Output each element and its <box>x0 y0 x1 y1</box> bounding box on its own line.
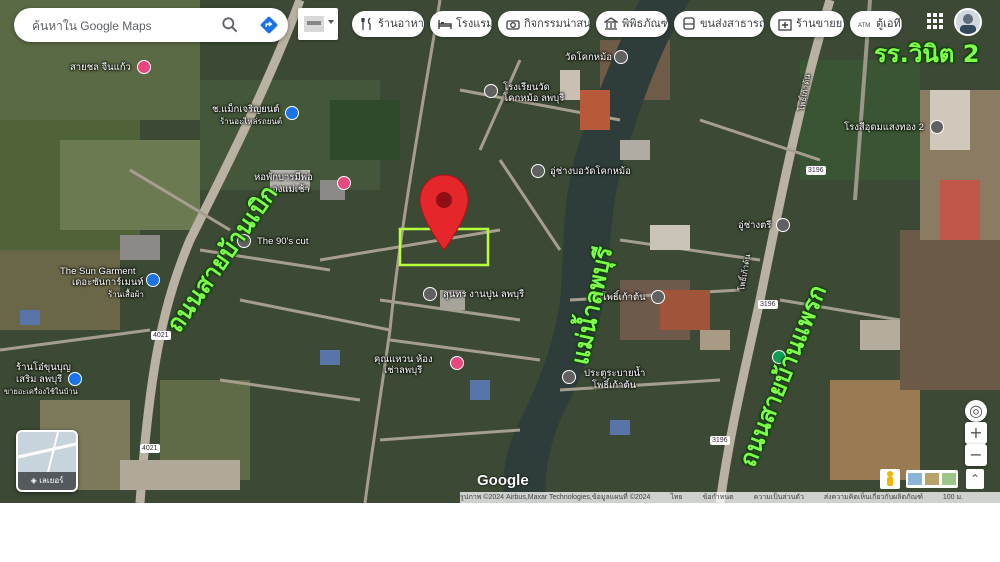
temple-pin-icon[interactable] <box>614 50 628 64</box>
zoom-in-button[interactable]: + <box>965 422 987 444</box>
place-sublabel: โคกหม้อ ลพบุรี <box>503 93 565 104</box>
museum-icon <box>604 17 618 30</box>
map-thumbnail-icon <box>304 16 334 32</box>
language-link[interactable]: ไทย <box>670 494 682 501</box>
avatar-image <box>960 14 976 34</box>
map-preview-thumbnail <box>18 432 76 473</box>
hotel-pin-icon[interactable] <box>337 176 351 190</box>
place-label[interactable]: ช.แม็กเจริญยนต์ <box>212 104 279 115</box>
layers-icon: ◈ <box>30 476 40 485</box>
place-label[interactable]: ประตูระบายน้ำ <box>584 368 645 379</box>
directions-icon[interactable] <box>258 14 280 36</box>
layers-label: เลเยอร์ <box>39 476 64 485</box>
road-number: 4021 <box>151 331 171 340</box>
temple-pin-icon[interactable] <box>651 290 665 304</box>
map-imagery <box>0 0 1000 503</box>
place-label[interactable]: อู่ช่างตรี <box>738 220 771 231</box>
privacy-link[interactable]: ความเป็นส่วนตัว <box>754 494 804 501</box>
map-type-toggle[interactable] <box>298 8 338 40</box>
google-logo: Google <box>477 472 529 489</box>
scale-label: 100 ม. <box>942 494 964 501</box>
search-icon[interactable] <box>220 15 240 35</box>
chip-atm[interactable]: ATM ตู้เอทีเ <box>850 11 905 37</box>
street-view-pegman[interactable] <box>880 469 900 489</box>
chip-transit[interactable]: ขนส่งสาธารณะ <box>674 11 775 37</box>
shop-pin-icon[interactable] <box>146 273 160 287</box>
place-pin-icon[interactable] <box>562 370 576 384</box>
pegman-icon <box>887 471 893 486</box>
satellite-map[interactable]: สายชล จีนแก้ว ช.แม็กเจริญยนต์ ร้านอะไหล่… <box>0 0 1000 503</box>
chip-restaurants[interactable]: ร้านอาหาร <box>352 11 430 37</box>
place-sublabel: เสริม ลพบุรี <box>16 374 63 385</box>
road-number: 3196 <box>710 436 730 445</box>
expand-chevron-icon[interactable]: ⌃ <box>966 469 984 489</box>
place-label[interactable]: สุนทร งานปูน ลพบุรี <box>443 289 524 300</box>
place-label[interactable]: ร้านโอ๋ขุนบุญ <box>16 362 71 373</box>
my-location-button[interactable]: ◎ <box>965 400 987 422</box>
place-sublabel: เช่าลพบุรี <box>384 365 423 376</box>
place-pin-icon[interactable] <box>531 164 545 178</box>
place-label[interactable]: วัดโคกหม้อ <box>565 52 612 63</box>
hotel-pin-icon[interactable] <box>450 356 464 370</box>
place-pin-icon[interactable] <box>930 120 944 134</box>
search-box[interactable]: ค้นหาใน Google Maps <box>14 8 288 42</box>
place-sublabel: ร้านอะไหล่รถยนต์ <box>220 117 283 126</box>
imagery-thumbnails[interactable] <box>906 470 958 488</box>
place-sublabel: ร้านเสื้อผ้า <box>108 290 144 299</box>
school-pin-icon[interactable] <box>484 84 498 98</box>
pharmacy-icon <box>778 19 792 31</box>
place-label[interactable]: โรงสีอุดมแสงทอง 2 <box>844 122 924 133</box>
shop-pin-icon[interactable] <box>68 372 82 386</box>
place-label[interactable]: โรงเรียนวัด <box>503 82 550 93</box>
place-label[interactable]: The Sun Garment <box>60 266 136 277</box>
attribution-bar: รูปภาพ ©2024 Airbus,Maxar Technologies,ข… <box>460 492 1000 503</box>
chip-hotels[interactable]: โรงแรม <box>430 11 493 37</box>
bed-icon <box>438 20 452 29</box>
crosshair-icon: ◎ <box>969 401 983 420</box>
place-label[interactable]: The 90's cut <box>257 236 308 247</box>
school-annotation: รร.วินิต 2 <box>874 40 980 68</box>
place-sublabel: โพธิ์เก้าต้น <box>592 380 637 391</box>
bus-icon <box>683 17 695 30</box>
attribution-text: รูปภาพ ©2024 Airbus,Maxar Technologies,ข… <box>460 494 651 501</box>
road-number: 3196 <box>758 300 778 309</box>
place-pin-icon[interactable] <box>423 287 437 301</box>
place-label[interactable]: คุณแหวน ห้อง <box>374 354 433 365</box>
chip-pharmacy[interactable]: ร้านขายยา <box>770 11 848 37</box>
place-label[interactable]: อู่ช่างบอวัดโคกหม้อ <box>550 166 631 177</box>
terms-link[interactable]: ข้อกำหนด <box>703 494 734 501</box>
road-number: 4021 <box>140 444 160 453</box>
road-number: 3196 <box>806 166 826 175</box>
place-sublabel: ขายอะเครื่องใช้ในบ้าน <box>4 387 78 396</box>
fork-knife-icon <box>361 17 371 30</box>
shop-pin-icon[interactable] <box>285 106 299 120</box>
svg-text:ATM: ATM <box>858 23 870 29</box>
account-avatar[interactable] <box>954 8 982 36</box>
chip-attractions[interactable]: กิจกรรมน่าสนใจ <box>498 11 603 37</box>
chip-museums[interactable]: พิพิธภัณฑ์ <box>596 11 670 37</box>
feedback-link[interactable]: ส่งความคิดเห็นเกี่ยวกับผลิตภัณฑ์ <box>824 494 923 501</box>
place-sublabel: เดอะซันการ์เมนท์ <box>72 277 144 288</box>
imagery-preview-icon <box>908 473 956 485</box>
pin-icon[interactable] <box>137 60 151 74</box>
place-label[interactable]: สายชล จีนแก้ว <box>70 62 131 73</box>
camera-icon <box>506 20 520 30</box>
zoom-out-button[interactable]: − <box>965 444 987 466</box>
place-pin-icon[interactable] <box>776 218 790 232</box>
atm-icon: ATM <box>858 23 870 29</box>
layers-button[interactable]: ◈ เลเยอร์ <box>16 430 78 492</box>
apps-grid-icon[interactable] <box>926 12 944 30</box>
search-input[interactable]: ค้นหาใน Google Maps <box>32 17 152 36</box>
